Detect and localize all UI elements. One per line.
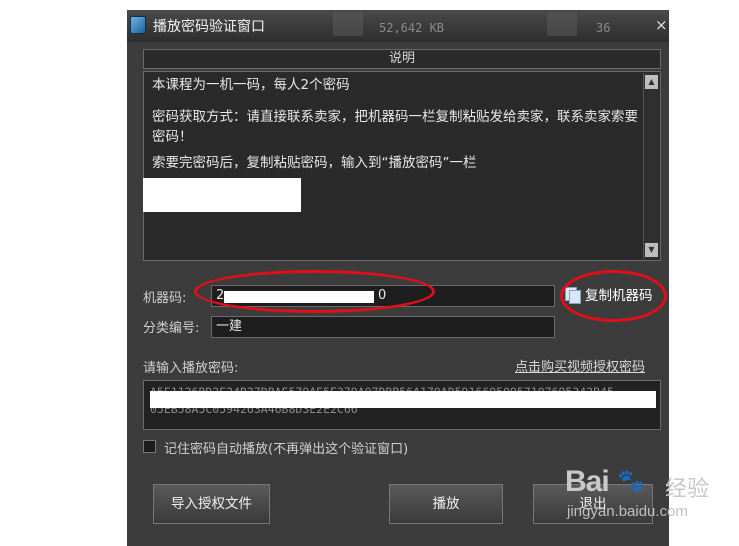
watermark-url: jingyan.baidu.com bbox=[567, 503, 688, 520]
redaction-block bbox=[224, 291, 374, 303]
redaction-block bbox=[143, 178, 301, 212]
scroll-up-icon[interactable]: ▲ bbox=[645, 75, 658, 89]
title-bar: 播放密码验证窗口 52,642 KB 36 × bbox=[127, 10, 669, 42]
description-header: 说明 bbox=[143, 49, 661, 69]
app-icon bbox=[130, 16, 146, 34]
category-field[interactable]: 一建 bbox=[211, 316, 555, 338]
watermark-brand: Bai bbox=[565, 465, 610, 498]
description-scrollbar[interactable]: ▲ ▼ bbox=[643, 73, 659, 259]
buy-license-link[interactable]: 点击购买视频授权密码 bbox=[515, 356, 645, 375]
background-number: 36 bbox=[596, 21, 611, 35]
baidu-jingyan-watermark: Bai 🐾 经验 jingyan.baidu.com bbox=[565, 465, 735, 525]
machine-code-value-tail: 0 bbox=[378, 288, 387, 303]
paw-icon: 🐾 bbox=[617, 469, 645, 494]
description-line: 索要完密码后，复制粘贴密码，输入到“播放密码”一栏 bbox=[152, 155, 477, 171]
copy-icon bbox=[565, 287, 581, 304]
password-label: 请输入播放密码: bbox=[143, 361, 239, 376]
password-input[interactable]: A5E1126BD2E24B27DBAE579AE5E379A07DBB56A1… bbox=[143, 380, 661, 430]
close-icon[interactable]: × bbox=[655, 16, 668, 34]
description-line: 本课程为一机一码，每人2个密码 bbox=[152, 77, 350, 93]
redaction-block bbox=[150, 391, 656, 408]
play-button[interactable]: 播放 bbox=[389, 484, 503, 524]
window-title: 播放密码验证窗口 bbox=[153, 19, 265, 35]
description-box: 本课程为一机一码，每人2个密码 密码获取方式：请直接联系卖家，把机器码一栏复制粘… bbox=[143, 71, 661, 261]
remember-password-checkbox[interactable] bbox=[143, 440, 156, 453]
machine-code-field[interactable]: 2 0 bbox=[211, 285, 555, 307]
watermark-brand-tail: 经验 bbox=[665, 477, 710, 502]
background-thumbnail bbox=[333, 12, 363, 36]
machine-code-label: 机器码: bbox=[143, 291, 187, 306]
background-thumbnail bbox=[547, 12, 577, 36]
category-label: 分类编号: bbox=[143, 321, 200, 336]
remember-password-label: 记住密码自动播放(不再弹出这个验证窗口) bbox=[164, 442, 409, 457]
import-license-button[interactable]: 导入授权文件 bbox=[153, 484, 270, 524]
background-file-size: 52,642 KB bbox=[379, 21, 445, 35]
description-line: 密码获取方式：请直接联系卖家，把机器码一栏复制粘贴发给卖家，联系卖家索要密码！ bbox=[152, 109, 638, 145]
scroll-down-icon[interactable]: ▼ bbox=[645, 243, 658, 257]
copy-machine-code-label: 复制机器码 bbox=[585, 288, 653, 304]
